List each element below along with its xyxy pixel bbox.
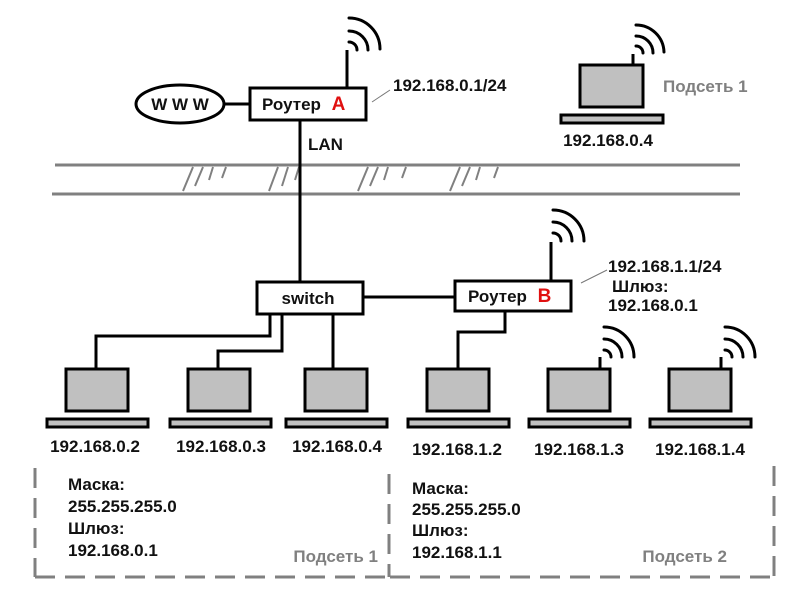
remote-laptop: 192.168.0.4 [559,23,666,150]
link-host-2 [216,314,284,368]
wifi-icon [347,16,382,52]
router-b: Роутер B [453,208,586,313]
wifi-icon [602,325,636,359]
remote-subnet-label: Подсеть 1 [663,77,748,96]
host-5: 192.168.1.3 [527,325,636,459]
internet-node: W W W [134,83,226,125]
router-b-letter: B [538,286,552,307]
lan-label: LAN [308,135,343,154]
host-6: 192.168.1.4 [648,325,757,459]
subnet-1-gateway: 192.168.0.1 [68,541,158,560]
network-diagram: W W W Роутер A 192.168.0.1/24 LAN 192.16… [33,16,776,579]
host-ip: 192.168.0.3 [176,437,266,456]
subnet-2-name: Подсеть 2 [642,547,727,566]
router-b-gateway: 192.168.0.1 [608,296,698,315]
subnet-2-box: Маска: 255.255.255.0 Шлюз: 192.168.1.1 П… [390,466,776,579]
wifi-icon [634,23,666,55]
subnet-2-gateway: 192.168.1.1 [412,543,502,562]
host-ip: 192.168.1.4 [655,440,745,459]
router-a-label: Роутер A [262,94,346,115]
subnet-1-mask: 255.255.255.0 [68,497,177,516]
router-a-letter: A [332,94,346,115]
router-b-address: 192.168.1.1/24 [608,257,722,276]
host-ip: 192.168.1.3 [534,440,624,459]
subnet-1-box: Маска: 255.255.255.0 Шлюз: 192.168.0.1 П… [33,468,391,579]
switch-label: switch [282,289,335,308]
remote-host-ip: 192.168.0.4 [563,131,653,150]
wifi-icon [551,208,586,243]
internet-label: W W W [151,95,210,114]
host-2: 192.168.0.3 [168,367,273,456]
host-1: 192.168.0.2 [45,367,150,456]
link-host-4 [456,311,507,368]
link-host-1 [94,314,272,368]
hatch-marks [182,166,499,192]
host-ip: 192.168.0.2 [50,437,140,456]
host-ip: 192.168.0.4 [292,437,382,456]
floor-divider [52,163,740,196]
host-3: 192.168.0.4 [284,367,389,456]
subnet-1-mask-label: Маска: [68,475,125,494]
subnet-2-gateway-label: Шлюз: [412,521,469,540]
host-ip: 192.168.1.2 [412,440,502,459]
router-a-address: 192.168.0.1/24 [393,76,507,95]
host-4: 192.168.1.2 [406,367,511,459]
router-b-gateway-label: Шлюз: [612,277,669,296]
subnet-2-mask-label: Маска: [412,479,469,498]
router-b-label: Роутер B [468,286,551,307]
wifi-icon [723,325,757,359]
subnet-2-mask: 255.255.255.0 [412,500,521,519]
subnet-1-gateway-label: Шлюз: [68,519,125,538]
switch: switch [255,280,365,316]
router-a: Роутер A [248,16,382,122]
subnet-1-name: Подсеть 1 [293,547,378,566]
